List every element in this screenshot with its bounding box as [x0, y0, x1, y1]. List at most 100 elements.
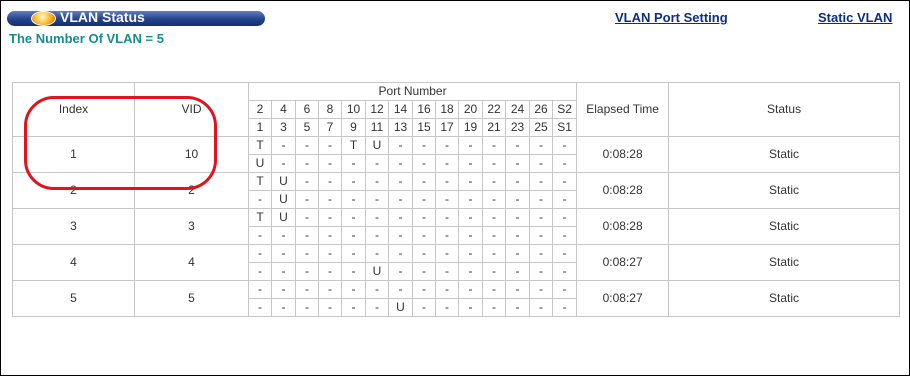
vlan-status-table: Index VID Port Number Elapsed Time Statu…: [12, 82, 900, 317]
port-number-header: 20: [458, 100, 483, 119]
port-membership-cell: -: [529, 226, 553, 245]
port-membership-cell: -: [505, 190, 530, 209]
port-membership-cell: -: [505, 154, 530, 173]
port-membership-cell: -: [295, 208, 319, 227]
port-membership-cell: -: [388, 208, 413, 227]
port-membership-cell: -: [551, 244, 578, 263]
port-number-header: S2: [551, 100, 578, 119]
port-membership-cell: -: [295, 280, 319, 299]
port-membership-cell: -: [271, 244, 296, 263]
port-membership-cell: -: [318, 190, 342, 209]
port-membership-cell: -: [551, 136, 578, 155]
port-membership-cell: -: [458, 172, 483, 191]
port-number-header: 24: [505, 100, 530, 119]
port-membership-cell: -: [318, 154, 342, 173]
port-membership-cell: -: [529, 208, 553, 227]
vlan-count-text: The Number Of VLAN = 5: [9, 31, 164, 46]
port-number-header: 6: [295, 100, 319, 119]
status-cell: Static: [668, 136, 900, 173]
vlan-index-cell: 5: [12, 280, 135, 317]
port-membership-cell: -: [412, 298, 436, 317]
port-membership-cell: -: [295, 244, 319, 263]
port-membership-cell: -: [435, 172, 459, 191]
port-membership-cell: -: [482, 298, 506, 317]
port-membership-cell: -: [365, 208, 389, 227]
port-number-header: 15: [412, 118, 436, 137]
port-membership-cell: -: [529, 244, 553, 263]
port-membership-cell: -: [412, 154, 436, 173]
column-header-elapsed-time: Elapsed Time: [576, 82, 670, 137]
port-membership-cell: -: [341, 298, 366, 317]
port-membership-cell: -: [341, 244, 366, 263]
port-number-header: 25: [529, 118, 553, 137]
port-membership-cell: -: [248, 190, 272, 209]
port-number-header: 17: [435, 118, 459, 137]
port-membership-cell: -: [318, 226, 342, 245]
table-row: 4 4- - - - - - - - - - - - - -0:08:27 Static: [12, 244, 900, 281]
port-membership-cell: T: [341, 136, 366, 155]
port-number-header: 26: [529, 100, 553, 119]
port-membership-cell: -: [248, 262, 272, 281]
port-membership-cell: -: [529, 190, 553, 209]
port-membership-cell: -: [482, 226, 506, 245]
port-membership-cell: -: [341, 208, 366, 227]
port-membership-cell: -: [505, 226, 530, 245]
port-membership-cell: -: [318, 172, 342, 191]
port-number-header: 13: [388, 118, 413, 137]
port-number-header: 3: [271, 118, 296, 137]
port-membership-cell: U: [365, 136, 389, 155]
port-membership-cell: -: [529, 154, 553, 173]
port-membership-cell: -: [271, 136, 296, 155]
page-title: VLAN Status: [60, 9, 145, 25]
port-membership-cell: -: [248, 280, 272, 299]
port-membership-cell: -: [365, 280, 389, 299]
port-membership-cell: -: [365, 226, 389, 245]
port-membership-cell: -: [318, 208, 342, 227]
port-membership-cell: -: [482, 190, 506, 209]
table-row: 2 2 T U - - - - - - - - - - - -0:08:28 Static: [12, 172, 900, 209]
static-vlan-link[interactable]: Static VLAN: [818, 10, 892, 25]
port-membership-cell: T: [248, 172, 272, 191]
port-membership-cell: -: [365, 298, 389, 317]
port-membership-cell: -: [271, 262, 296, 281]
port-number-header: 22: [482, 100, 506, 119]
port-membership-cell: -: [529, 298, 553, 317]
elapsed-time-cell: 0:08:27: [576, 280, 670, 317]
port-membership-cell: -: [318, 262, 342, 281]
port-membership-cell: -: [529, 172, 553, 191]
port-membership-cell: -: [482, 244, 506, 263]
port-membership-cell: T: [248, 136, 272, 155]
port-membership-cell: -: [505, 208, 530, 227]
port-number-header: 12: [365, 100, 389, 119]
port-number-header: 5: [295, 118, 319, 137]
vlan-port-setting-link[interactable]: VLAN Port Setting: [615, 10, 728, 25]
column-header-vid: VID: [134, 82, 249, 137]
port-membership-cell: -: [551, 226, 578, 245]
elapsed-time-cell: 0:08:28: [576, 208, 670, 245]
port-membership-cell: -: [248, 298, 272, 317]
port-membership-cell: -: [341, 226, 366, 245]
port-membership-cell: U: [271, 172, 296, 191]
port-membership-cell: -: [412, 226, 436, 245]
port-membership-cell: -: [505, 298, 530, 317]
port-membership-cell: -: [412, 172, 436, 191]
port-membership-cell: -: [412, 208, 436, 227]
port-membership-cell: -: [482, 262, 506, 281]
port-membership-cell: -: [435, 154, 459, 173]
vlan-index-cell: 3: [12, 208, 135, 245]
port-membership-cell: -: [458, 154, 483, 173]
port-membership-cell: -: [458, 208, 483, 227]
port-membership-cell: -: [341, 190, 366, 209]
port-membership-cell: U: [271, 190, 296, 209]
column-header-status: Status: [668, 82, 900, 137]
port-number-header: 10: [341, 100, 366, 119]
status-cell: Static: [668, 172, 900, 209]
port-membership-cell: -: [295, 154, 319, 173]
port-membership-cell: -: [458, 190, 483, 209]
table-row: 1 10 T - - - T U - - - - - - - -0:08:28 Static: [12, 136, 900, 173]
port-membership-cell: -: [295, 136, 319, 155]
status-cell: Static: [668, 280, 900, 317]
port-membership-cell: -: [295, 298, 319, 317]
port-membership-cell: -: [529, 262, 553, 281]
port-membership-cell: -: [388, 262, 413, 281]
